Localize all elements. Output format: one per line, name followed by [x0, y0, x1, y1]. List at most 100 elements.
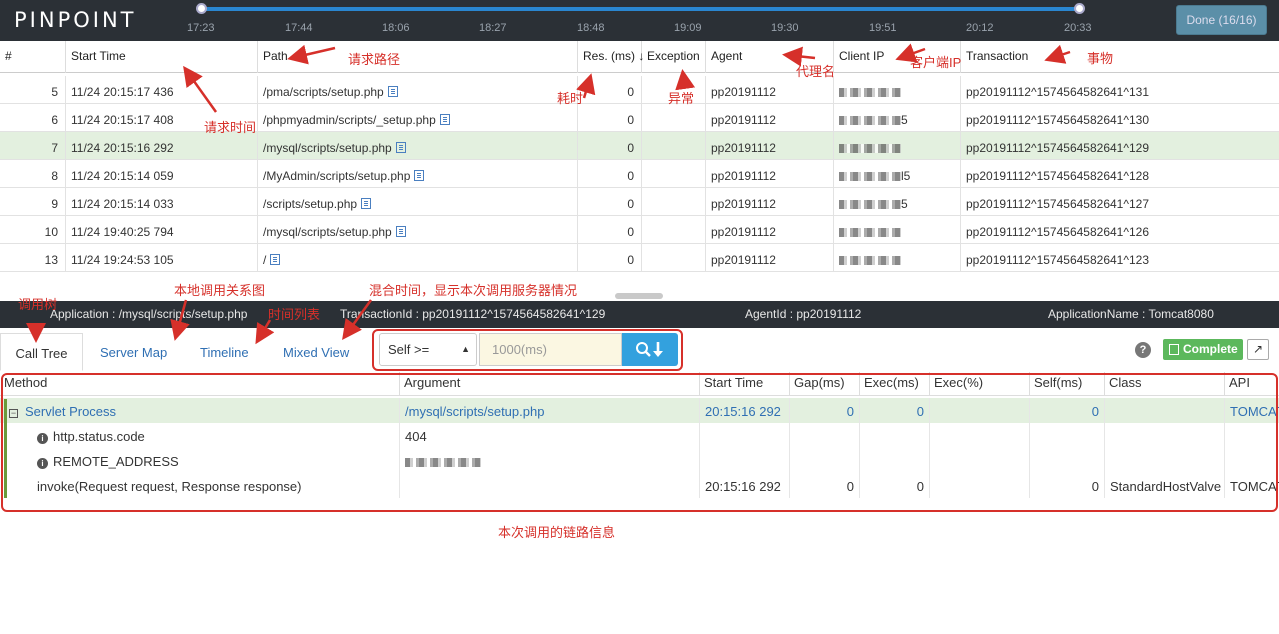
tab-mixed-view[interactable]: Mixed View	[283, 333, 349, 371]
row-path-cell[interactable]: /mysql/scripts/setup.php	[258, 132, 578, 160]
timeline-end-handle[interactable]	[1074, 3, 1085, 14]
col-exception[interactable]: Exception	[642, 41, 706, 73]
info-application: Application : /mysql/scripts/setup.php	[50, 307, 248, 321]
annotation-path: 请求路径	[348, 52, 401, 67]
done-button[interactable]: Done (16/16)	[1176, 5, 1267, 35]
timeline-tick-label: 18:06	[382, 22, 410, 34]
row-exception	[642, 132, 706, 160]
app-logo[interactable]: PINPOINT	[14, 8, 137, 32]
call-tree-highlight-box	[1, 373, 1278, 512]
row-start-time: 11/24 19:40:25 794	[66, 216, 258, 244]
redacted-ip	[839, 228, 901, 238]
row-number: 10	[0, 216, 66, 244]
timeline-tick-label: 20:33	[1064, 22, 1092, 34]
document-icon[interactable]	[270, 254, 281, 265]
help-icon[interactable]: ?	[1135, 342, 1151, 358]
row-transaction: pp20191112^1574564582641^127	[966, 197, 1149, 211]
row-path: /	[263, 253, 267, 267]
row-path: /mysql/scripts/setup.php	[263, 225, 392, 239]
row-response-time: 0	[578, 188, 642, 216]
redacted-ip	[839, 88, 901, 98]
col-response-time[interactable]: Res. (ms) ↓	[578, 41, 644, 73]
redacted-ip	[839, 256, 901, 266]
row-transaction: pp20191112^1574564582641^129	[966, 141, 1149, 155]
horizontal-scrollbar[interactable]	[615, 293, 663, 299]
row-exception	[642, 216, 706, 244]
row-transaction: pp20191112^1574564582641^128	[966, 169, 1149, 183]
table-row[interactable]: 5 11/24 20:15:17 436/pma/scripts/setup.ph…	[0, 76, 1279, 104]
annotation-start-time: 请求时间	[204, 120, 257, 135]
redacted-ip	[839, 172, 901, 182]
row-number: 5	[0, 76, 66, 104]
filter-highlight-box	[372, 329, 683, 371]
row-exception	[642, 244, 706, 272]
document-icon[interactable]	[395, 142, 406, 153]
document-icon[interactable]	[395, 226, 406, 237]
annotation-call-tree: 调用树	[18, 297, 58, 312]
row-exception	[642, 104, 706, 132]
timeline-tick-label: 17:44	[285, 22, 313, 34]
redacted-ip	[839, 200, 901, 210]
document-icon[interactable]	[361, 198, 372, 209]
row-path: /phpmyadmin/scripts/_setup.php	[263, 113, 436, 127]
external-link-icon[interactable]: ↗	[1247, 339, 1269, 360]
row-path: /scripts/setup.php	[263, 197, 358, 211]
info-agent-id: AgentId : pp20191112	[745, 307, 862, 321]
table-row[interactable]: 10 11/24 19:40:25 794/mysql/scripts/setup…	[0, 216, 1279, 244]
document-icon[interactable]	[439, 114, 450, 125]
row-client-ip	[834, 132, 961, 160]
annotation-exception: 异常	[668, 91, 695, 106]
table-row[interactable]: 13 11/24 19:24:53 105 / 0 pp20191112 pp201911…	[0, 244, 1279, 272]
timeline-start-handle[interactable]	[196, 3, 207, 14]
row-path-cell[interactable]: /mysql/scripts/setup.php	[258, 216, 578, 244]
row-path-cell[interactable]: /pma/scripts/setup.php	[258, 76, 578, 104]
row-exception	[642, 160, 706, 188]
row-response-time: 0	[578, 104, 642, 132]
row-client-ip	[834, 216, 961, 244]
row-client-ip: 5	[834, 188, 961, 216]
row-path-cell[interactable]: /phpmyadmin/scripts/_setup.php	[258, 104, 578, 132]
timeline-tick-label: 19:09	[674, 22, 702, 34]
table-row[interactable]: 7 11/24 20:15:16 292/mysql/scripts/setup.…	[0, 132, 1279, 160]
tab-timeline[interactable]: Timeline	[200, 333, 249, 371]
col-number[interactable]: #	[0, 41, 66, 73]
tab-call-tree[interactable]: Call Tree	[0, 333, 83, 371]
row-number: 7	[0, 132, 66, 160]
row-client-ip	[834, 244, 961, 272]
table-row[interactable]: 6 11/24 20:15:17 408/phpmyadmin/scripts/_…	[0, 104, 1279, 132]
timeline-slider[interactable]	[202, 7, 1080, 11]
row-ip-suffix: 5	[901, 113, 908, 127]
table-row[interactable]: 9 11/24 20:15:14 033/scripts/setup.php 0 pp…	[0, 188, 1279, 216]
list-icon	[1169, 344, 1179, 355]
document-icon[interactable]	[387, 86, 398, 97]
row-path: /MyAdmin/scripts/setup.php	[263, 169, 411, 183]
info-transaction-id: TransactionId : pp20191112^1574564582641…	[340, 307, 606, 321]
timeline-tick-label: 18:27	[479, 22, 507, 34]
annotation-agent: 代理名	[796, 64, 836, 79]
row-number: 13	[0, 244, 66, 272]
row-transaction: pp20191112^1574564582641^131	[966, 85, 1149, 99]
row-number: 9	[0, 188, 66, 216]
table-row[interactable]: 8 11/24 20:15:14 059/MyAdmin/scripts/setu…	[0, 160, 1279, 188]
col-path[interactable]: Path	[258, 41, 578, 73]
row-transaction: pp20191112^1574564582641^126	[966, 225, 1149, 239]
complete-label: Complete	[1183, 342, 1238, 356]
row-response-time: 0	[578, 160, 642, 188]
document-icon[interactable]	[414, 170, 425, 181]
row-agent: pp20191112	[706, 244, 834, 272]
row-start-time: 11/24 20:15:16 292	[66, 132, 258, 160]
col-transaction[interactable]: Transaction	[961, 41, 1279, 73]
tab-server-map[interactable]: Server Map	[100, 333, 167, 371]
row-path-cell[interactable]: /MyAdmin/scripts/setup.php	[258, 160, 578, 188]
row-number: 8	[0, 160, 66, 188]
row-path-cell[interactable]: /scripts/setup.php	[258, 188, 578, 216]
row-number: 6	[0, 104, 66, 132]
top-bar: PINPOINT 17:23 17:44 18:06 18:27 18:48 19:09 1…	[0, 0, 1279, 41]
annotation-server-map: 本地调用关系图	[174, 283, 266, 298]
row-transaction: pp20191112^1574564582641^123	[966, 253, 1149, 267]
redacted-ip	[839, 116, 901, 126]
row-start-time: 11/24 20:15:14 059	[66, 160, 258, 188]
complete-button[interactable]: Complete	[1163, 339, 1243, 360]
row-path-cell[interactable]: /	[258, 244, 578, 272]
col-start-time[interactable]: Start Time	[66, 41, 258, 73]
